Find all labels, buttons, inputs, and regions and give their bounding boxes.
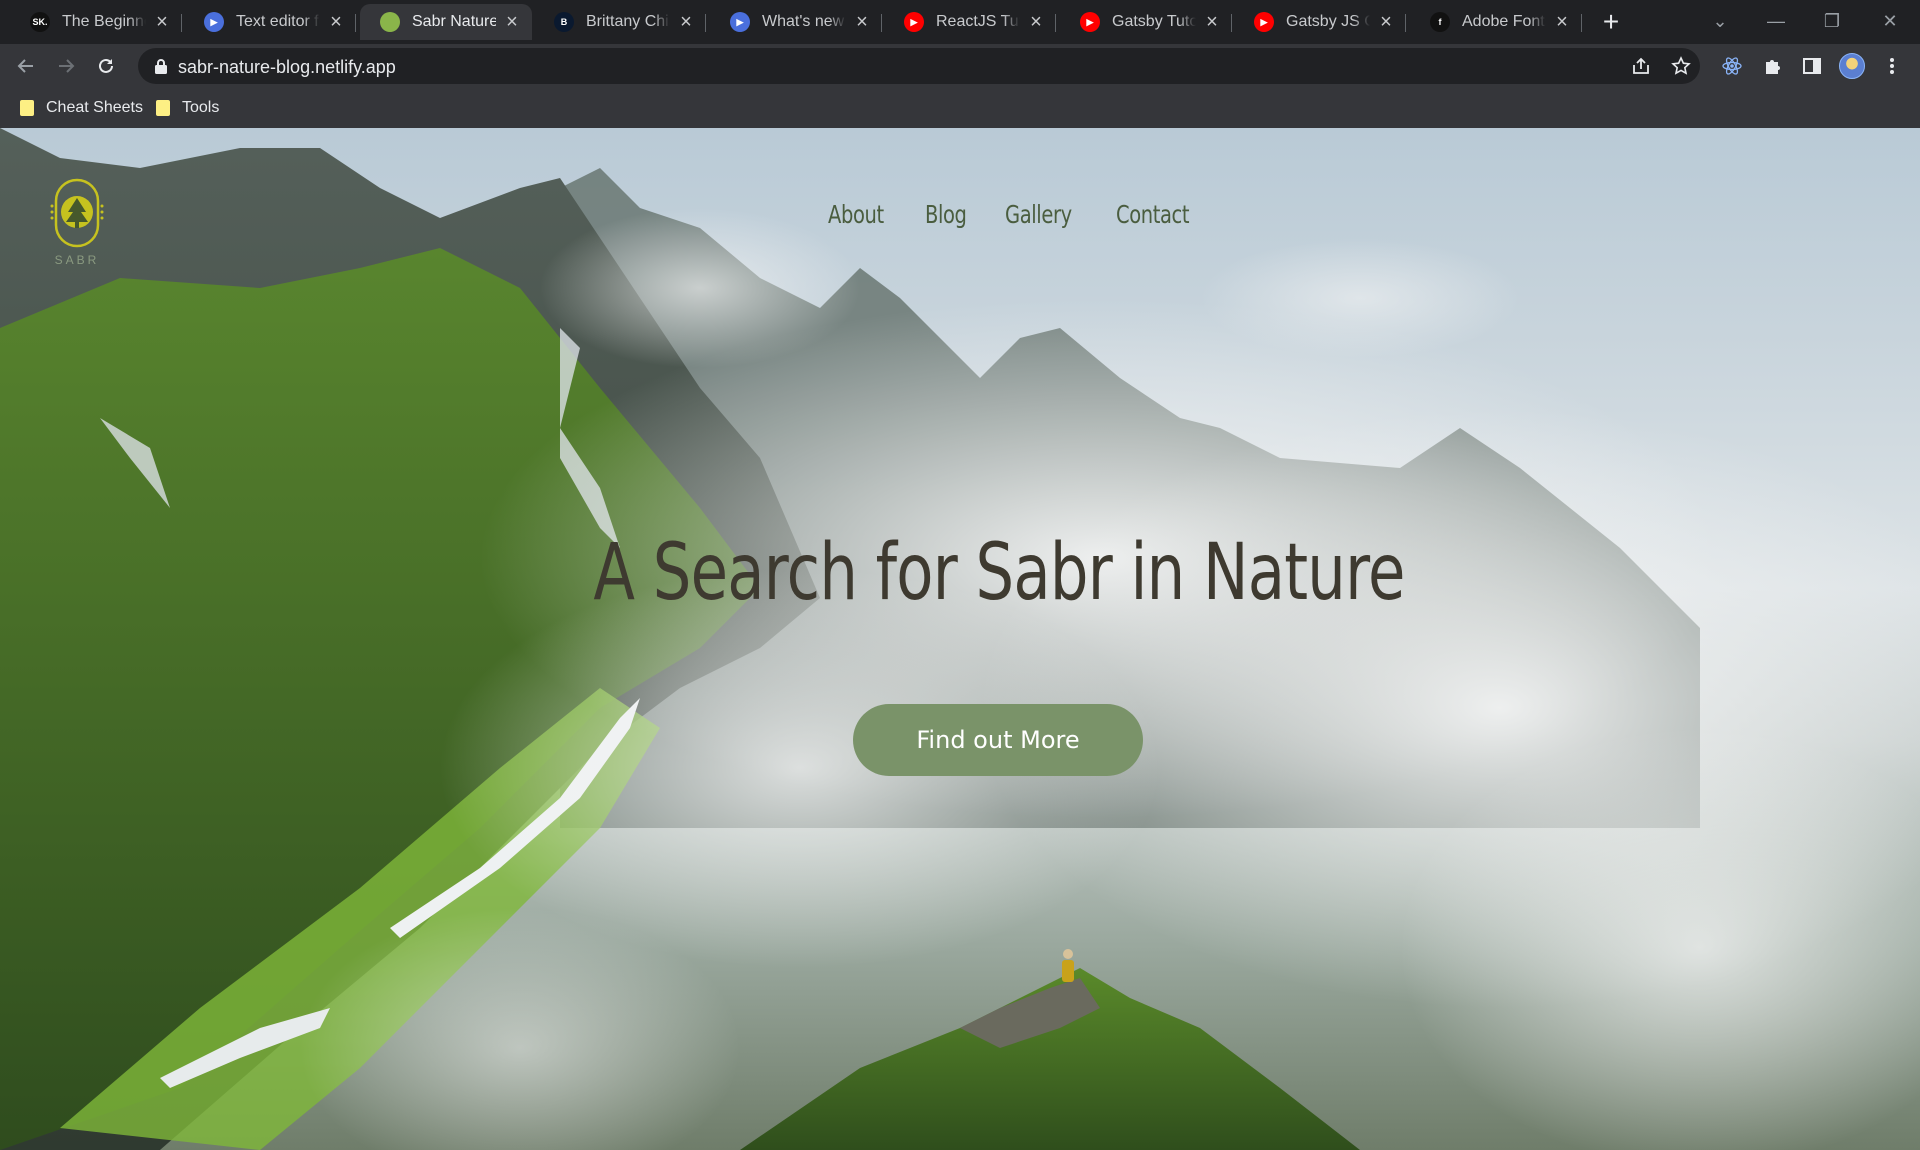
- site-navigation: About Blog Gallery Contact: [828, 200, 1210, 229]
- minimize-button[interactable]: —: [1756, 6, 1796, 36]
- close-window-button[interactable]: ✕: [1870, 6, 1910, 36]
- tab-separator: [705, 14, 706, 32]
- bookmark-label: Tools: [182, 99, 220, 116]
- folder-icon: [20, 100, 34, 116]
- tab-title: Gatsby JS Course: [1286, 13, 1370, 30]
- forward-arrow-icon: [59, 59, 75, 73]
- tab-separator: [881, 14, 882, 32]
- reload-button[interactable]: [90, 50, 122, 82]
- bookmark-star-icon[interactable]: [1670, 55, 1692, 77]
- tab-favicon-icon: ▶: [1254, 12, 1274, 32]
- tab-title: ReactJS Tutorial: [936, 13, 1020, 30]
- tab-close-icon[interactable]: ×: [1026, 11, 1046, 33]
- folder-icon: [156, 100, 170, 116]
- tab-title: Brittany Chiang: [586, 13, 670, 30]
- browser-tab[interactable]: ▶ ReactJS Tutorial ×: [884, 4, 1056, 40]
- tab-separator: [355, 14, 356, 32]
- back-arrow-icon: [17, 59, 33, 73]
- logo-wordmark: SABR: [54, 253, 100, 267]
- browser-toolbar: sabr-nature-blog.netlify.app: [0, 44, 1920, 88]
- find-out-more-button[interactable]: Find out More: [853, 704, 1143, 776]
- tab-separator: [181, 14, 182, 32]
- tab-strip: SK.The Beginner's×▶Text editor for×Sabr …: [0, 0, 1920, 44]
- tab-separator: [1581, 14, 1582, 32]
- restore-button[interactable]: ❐: [1812, 6, 1852, 36]
- bookmarks-bar: Cheat Sheets Tools: [0, 88, 1920, 128]
- extensions-puzzle-icon[interactable]: [1758, 52, 1786, 80]
- tab-favicon-icon: ▶: [204, 12, 224, 32]
- tab-separator: [1405, 14, 1406, 32]
- tab-favicon-icon: f: [1430, 12, 1450, 32]
- tab-title: Adobe Fonts: [1462, 13, 1546, 30]
- browser-tab[interactable]: Sabr Nature ×: [360, 4, 532, 40]
- tab-title: What's new in: [762, 13, 846, 30]
- nav-link-blog[interactable]: Blog: [925, 200, 967, 229]
- browser-tab[interactable]: ▶ Gatsby JS Course ×: [1234, 4, 1406, 40]
- bookmark-cheat-sheets[interactable]: Cheat Sheets: [20, 96, 143, 120]
- browser-tab[interactable]: SK. The Beginner's ×: [10, 4, 182, 40]
- tab-title: Text editor for: [236, 13, 320, 30]
- tab-title: Sabr Nature: [412, 13, 496, 30]
- browser-tab[interactable]: ▶ Gatsby Tutorial ×: [1060, 4, 1232, 40]
- browser-tab[interactable]: ▶ What's new in ×: [710, 4, 882, 40]
- tab-title: Gatsby Tutorial: [1112, 13, 1196, 30]
- bookmark-label: Cheat Sheets: [46, 99, 143, 116]
- web-page: SABR About Blog Gallery Contact A Search…: [0, 128, 1920, 1150]
- tab-favicon-icon: [380, 12, 400, 32]
- tab-close-icon[interactable]: ×: [152, 11, 172, 33]
- new-tab-button[interactable]: +: [1596, 8, 1626, 38]
- tab-close-icon[interactable]: ×: [676, 11, 696, 33]
- tab-close-icon[interactable]: ×: [1552, 11, 1572, 33]
- nav-link-contact[interactable]: Contact: [1116, 200, 1190, 229]
- tab-close-icon[interactable]: ×: [326, 11, 346, 33]
- side-panel-icon[interactable]: [1798, 52, 1826, 80]
- share-icon[interactable]: [1630, 55, 1652, 77]
- browser-tab[interactable]: ▶ Text editor for ×: [184, 4, 356, 40]
- nav-link-about[interactable]: About: [828, 200, 884, 229]
- browser-tab[interactable]: B Brittany Chiang ×: [534, 4, 706, 40]
- tab-favicon-icon: B: [554, 12, 574, 32]
- bookmark-tools[interactable]: Tools: [156, 96, 219, 120]
- tab-close-icon[interactable]: ×: [1202, 11, 1222, 33]
- site-logo[interactable]: SABR: [50, 178, 104, 267]
- lock-icon[interactable]: [154, 58, 168, 74]
- tab-separator: [1055, 14, 1056, 32]
- nav-link-gallery[interactable]: Gallery: [1005, 200, 1072, 229]
- tree-logo-icon: [50, 178, 104, 248]
- tab-close-icon[interactable]: ×: [1376, 11, 1396, 33]
- tab-favicon-icon: ▶: [730, 12, 750, 32]
- hero-title: A Search for Sabr in Nature: [593, 528, 1405, 618]
- reload-icon: [99, 58, 113, 73]
- tab-close-icon[interactable]: ×: [852, 11, 872, 33]
- url-text[interactable]: sabr-nature-blog.netlify.app: [178, 57, 396, 78]
- profile-avatar[interactable]: [1838, 52, 1866, 80]
- back-button[interactable]: [10, 50, 42, 82]
- tab-separator: [1231, 14, 1232, 32]
- tab-title: The Beginner's: [62, 13, 146, 30]
- tab-favicon-icon: SK.: [30, 12, 50, 32]
- tab-favicon-icon: ▶: [904, 12, 924, 32]
- tab-search-icon[interactable]: ⌄: [1700, 6, 1740, 36]
- address-bar[interactable]: sabr-nature-blog.netlify.app: [138, 48, 1700, 84]
- tab-close-icon[interactable]: ×: [502, 11, 522, 33]
- tab-favicon-icon: ▶: [1080, 12, 1100, 32]
- chrome-menu-icon[interactable]: [1878, 52, 1906, 80]
- browser-tab[interactable]: f Adobe Fonts ×: [1410, 4, 1582, 40]
- react-devtools-icon[interactable]: [1718, 52, 1746, 80]
- hero-background-image: [0, 128, 1920, 1150]
- forward-button[interactable]: [50, 50, 82, 82]
